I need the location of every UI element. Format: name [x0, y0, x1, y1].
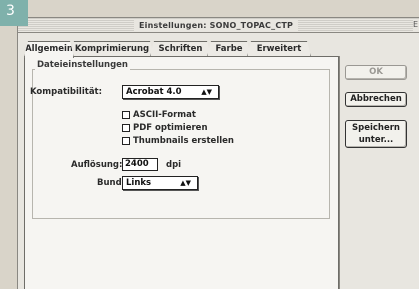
compatibility-value: Acrobat 4.0 [126, 87, 182, 97]
checkbox-thumbnails[interactable]: Thumbnails erstellen [122, 136, 234, 146]
tab-panel-allgemein: Dateieinstellungen Kompatibilität: Acrob… [24, 56, 339, 289]
resolution-label: Auflösung: [71, 160, 123, 170]
window-title: Einstellungen: SONO_TOPAC_CTP [134, 19, 299, 32]
resolution-input[interactable]: 2400 [122, 158, 158, 171]
compatibility-label: Kompatibilität: [30, 87, 103, 97]
checkbox-box[interactable] [122, 137, 130, 145]
updown-arrows-icon: ▲▼ [201, 88, 212, 96]
cancel-button[interactable]: Abbrechen [345, 92, 407, 107]
bund-label: Bund: [97, 178, 126, 188]
checkbox-box[interactable] [122, 124, 130, 132]
panel-separator [339, 56, 340, 289]
group-title: Dateieinstellungen [35, 60, 130, 70]
bund-popup[interactable]: Links ▲▼ [122, 176, 198, 190]
checkbox-ascii-format[interactable]: ASCII-Format [122, 110, 196, 120]
save-as-button[interactable]: Speichern unter... [345, 120, 407, 148]
ok-button[interactable]: OK [345, 65, 407, 80]
bund-value: Links [126, 178, 152, 188]
checkbox-label: ASCII-Format [133, 110, 196, 120]
tab-schriften[interactable]: Schriften [150, 41, 211, 57]
tab-komprimierung[interactable]: Komprimierung [70, 41, 154, 57]
settings-dialog: Einstellungen: SONO_TOPAC_CTP E Allgemei… [17, 17, 419, 289]
tab-erweitert[interactable]: Erweitert [247, 41, 311, 57]
save-as-label-line2: unter... [358, 135, 394, 145]
updown-arrows-icon: ▲▼ [180, 179, 191, 187]
save-as-label-line1: Speichern [352, 123, 400, 133]
checkbox-label: Thumbnails erstellen [133, 136, 234, 146]
resolution-unit: dpi [166, 160, 182, 170]
checkbox-label: PDF optimieren [133, 123, 208, 133]
tab-farbe[interactable]: Farbe [207, 41, 251, 57]
step-number-badge: 3 [0, 0, 28, 26]
checkbox-box[interactable] [122, 111, 130, 119]
compatibility-popup[interactable]: Acrobat 4.0 ▲▼ [122, 85, 219, 99]
checkbox-pdf-optimize[interactable]: PDF optimieren [122, 123, 208, 133]
title-edge-text: E [413, 19, 419, 31]
tab-allgemein[interactable]: Allgemein [24, 41, 74, 58]
title-bar[interactable]: Einstellungen: SONO_TOPAC_CTP E [18, 18, 419, 33]
